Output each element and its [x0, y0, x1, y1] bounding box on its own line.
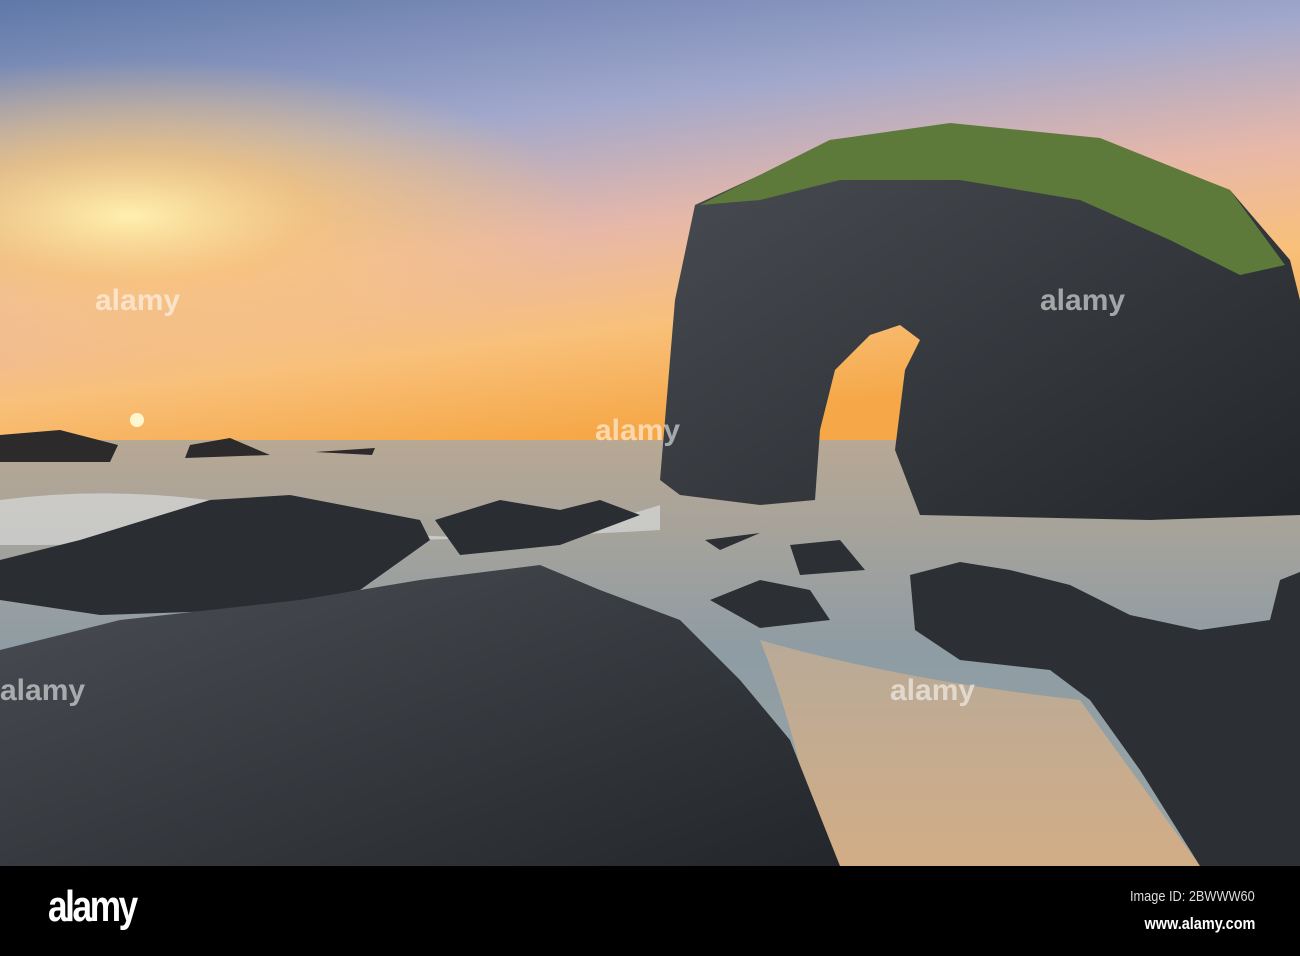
- svg-text:alamy: alamy: [890, 674, 975, 707]
- alamy-logo[interactable]: alamy: [48, 882, 138, 932]
- image-id: Image ID: 2BWWW60: [1130, 888, 1255, 905]
- svg-text:alamy: alamy: [95, 284, 180, 317]
- website-link[interactable]: www.alamy.com: [1144, 914, 1255, 934]
- svg-text:alamy: alamy: [595, 414, 680, 447]
- sun: [130, 413, 144, 427]
- footer-bar: alamy Image ID: 2BWWW60 www.alamy.com: [0, 866, 1300, 956]
- svg-text:alamy: alamy: [0, 674, 85, 707]
- svg-text:alamy: alamy: [1040, 284, 1125, 317]
- landscape-photo: alamy alamy alamy alamy alamy: [0, 0, 1300, 866]
